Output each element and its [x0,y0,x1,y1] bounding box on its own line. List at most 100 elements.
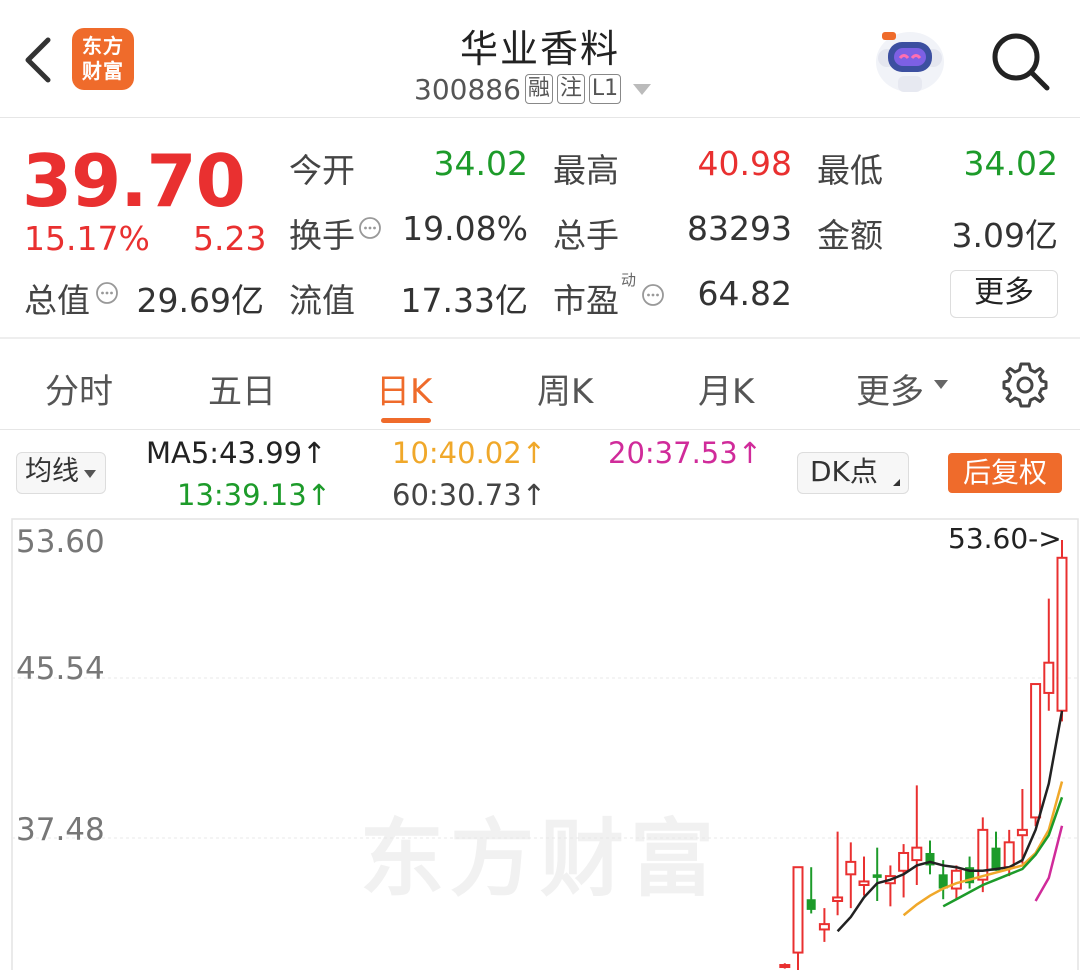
total-mv-label: 总值 [24,281,90,320]
turnover-label: 换手 [289,216,355,255]
y-tick-label: 37.48 [16,812,105,848]
ma13-value: 13:39.13↑ [177,478,331,512]
low-label: 最低 [817,151,883,190]
margin-tag: 融 [524,74,553,104]
candle [872,847,882,902]
dk-point-button[interactable]: DK点 [797,452,909,494]
tab-more[interactable]: 更多 [856,364,924,413]
info-icon[interactable] [641,283,665,307]
high-label: 最高 [553,151,619,190]
candle [965,856,975,889]
corner-triangle-icon [893,479,900,486]
candle [779,963,791,969]
ma-line-ma13 [942,796,1064,908]
high-value: 40.98 [697,144,792,183]
candle-body [832,896,844,903]
pe-label: 市盈 [553,281,619,320]
tab-weekly-k[interactable]: 周K [537,364,593,413]
candle-body [1016,828,1028,837]
ma10-value: 10:40.02↑ [392,436,546,470]
info-icon[interactable] [95,281,119,305]
tab-monthly-k[interactable]: 月K [698,364,754,413]
candle [806,867,816,914]
caret-down-icon[interactable] [633,83,652,95]
last-price: 39.70 [22,139,246,223]
settings-button[interactable] [1000,360,1050,410]
candle-body [845,860,857,876]
registration-tag: 注 [556,74,585,104]
candle [832,831,844,916]
info-icon[interactable] [358,216,382,240]
candle [845,842,857,909]
caret-down-icon[interactable] [934,380,948,389]
level-tag: L1 [588,74,622,104]
candle [858,856,870,896]
float-mv-label: 流值 [289,281,355,320]
total-mv-value: 29.69亿 [136,281,264,320]
candle [1043,598,1055,711]
volume-value: 83293 [687,209,792,248]
turnover-value: 19.08% [402,209,528,248]
active-tab-indicator [381,418,431,423]
ma-line-ma5 [836,710,1064,933]
gear-icon [1002,362,1048,408]
stock-code-row[interactable]: 300886 融 注 L1 [414,72,652,106]
ma60-value: 60:30.73↑ [392,478,546,512]
search-icon [992,33,1050,91]
volume-label: 总手 [553,216,619,255]
change-percent: 15.17% [24,219,150,258]
candle-body [1056,556,1068,712]
amount-label: 金额 [817,216,883,255]
candle-body [779,964,791,969]
y-tick-label: 45.54 [16,651,105,687]
candle-body [911,846,923,862]
candle-body [858,880,870,886]
candle-body [872,874,882,878]
top-bar: 东方 财富 华业香料 300886 融 注 L1 [0,0,1080,118]
candle-body [792,866,804,954]
candle-body [977,828,989,881]
low-value: 34.02 [963,144,1058,183]
candle-body [1043,661,1055,694]
candle [792,866,804,970]
open-label: 今开 [289,151,355,190]
tab-intraday[interactable]: 分时 [45,364,113,413]
search-button[interactable] [988,30,1054,92]
candle-body [898,851,910,872]
ma20-value: 20:37.53↑ [608,436,762,470]
candle [818,908,830,942]
candle [1056,540,1068,722]
open-value: 34.02 [433,144,528,183]
divider [0,337,1080,339]
ma5-value: MA5:43.99↑ [146,436,327,470]
kline-chart[interactable]: 东方财富 53.60 45.54 37.48 53.60-> [0,516,1080,970]
caret-down-icon [84,470,96,478]
pe-value: 64.82 [697,274,792,313]
candle-body [950,869,962,890]
change-amount: 5.23 [193,219,267,258]
tab-daily-k[interactable]: 日K [376,364,432,413]
amount-value: 3.09亿 [951,216,1058,255]
robot-assistant-icon[interactable] [872,24,948,96]
candle [911,785,923,885]
period-tabs: 分时 五日 日K 周K 月K 更多 [0,340,1080,430]
candle [1030,683,1042,827]
candle [925,840,935,875]
stock-code: 300886 [414,72,521,106]
adjust-rights-button[interactable]: 后复权 [948,453,1062,493]
quote-panel: 39.70 15.17% 5.23 总值 29.69亿 今开 34.02 换手 … [0,119,1080,337]
y-tick-label: 53.60 [16,524,105,560]
max-price-annotation: 53.60-> [948,522,1062,555]
float-mv-value: 17.33亿 [400,281,528,320]
pe-dynamic-sup: 动 [621,271,637,289]
candle-body [991,847,1001,871]
candle [977,817,989,893]
more-quote-button[interactable]: 更多 [950,270,1058,318]
candle-body [818,923,830,931]
candle-body [806,899,816,910]
candle-body [1030,683,1042,819]
tab-five-day[interactable]: 五日 [208,364,276,413]
candle-body [1003,841,1015,869]
candle [884,865,896,907]
kline-svg [11,518,1079,970]
